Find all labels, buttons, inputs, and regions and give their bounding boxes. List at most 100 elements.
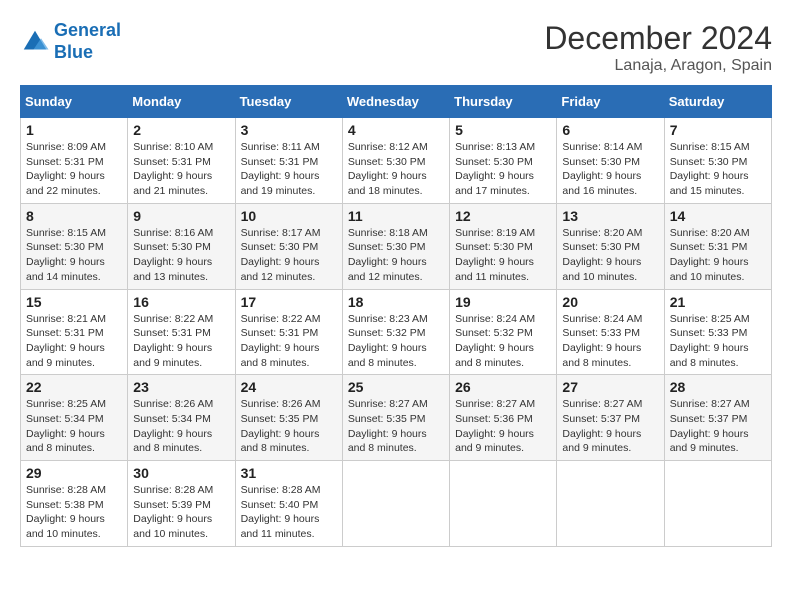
- day-info: Sunrise: 8:24 AMSunset: 5:32 PMDaylight:…: [455, 312, 551, 371]
- calendar-cell: [664, 461, 771, 547]
- logo-line2: Blue: [54, 42, 93, 62]
- calendar-cell: 5 Sunrise: 8:13 AMSunset: 5:30 PMDaylight…: [450, 118, 557, 204]
- calendar-cell: 18Sunrise: 8:23 AMSunset: 5:32 PMDayligh…: [342, 289, 449, 375]
- day-number: 28: [670, 379, 766, 395]
- day-info: Sunrise: 8:09 AMSunset: 5:31 PMDaylight:…: [26, 140, 122, 199]
- calendar-cell: 25Sunrise: 8:27 AMSunset: 5:35 PMDayligh…: [342, 375, 449, 461]
- day-info: Sunrise: 8:23 AMSunset: 5:32 PMDaylight:…: [348, 312, 444, 371]
- weekday-header-cell: Sunday: [21, 86, 128, 118]
- calendar-week-row: 1 Sunrise: 8:09 AMSunset: 5:31 PMDaylight…: [21, 118, 772, 204]
- calendar-cell: [450, 461, 557, 547]
- calendar-week-row: 29Sunrise: 8:28 AMSunset: 5:38 PMDayligh…: [21, 461, 772, 547]
- day-number: 12: [455, 208, 551, 224]
- day-number: 7: [670, 122, 766, 138]
- weekday-header-cell: Friday: [557, 86, 664, 118]
- month-title: December 2024: [544, 20, 772, 57]
- day-info: Sunrise: 8:28 AMSunset: 5:39 PMDaylight:…: [133, 483, 229, 542]
- day-info: Sunrise: 8:28 AMSunset: 5:38 PMDaylight:…: [26, 483, 122, 542]
- day-number: 16: [133, 294, 229, 310]
- calendar-cell: 7 Sunrise: 8:15 AMSunset: 5:30 PMDaylight…: [664, 118, 771, 204]
- day-info: Sunrise: 8:18 AMSunset: 5:30 PMDaylight:…: [348, 226, 444, 285]
- day-info: Sunrise: 8:19 AMSunset: 5:30 PMDaylight:…: [455, 226, 551, 285]
- calendar-week-row: 15 Sunrise: 8:21 AMSunset: 5:31 PMDayligh…: [21, 289, 772, 375]
- calendar-cell: 20 Sunrise: 8:24 AMSunset: 5:33 PMDayligh…: [557, 289, 664, 375]
- day-info: Sunrise: 8:26 AMSunset: 5:34 PMDaylight:…: [133, 397, 229, 456]
- calendar-cell: 8 Sunrise: 8:15 AMSunset: 5:30 PMDaylight…: [21, 203, 128, 289]
- day-number: 10: [241, 208, 337, 224]
- location-title: Lanaja, Aragon, Spain: [544, 57, 772, 75]
- calendar-body: 1 Sunrise: 8:09 AMSunset: 5:31 PMDaylight…: [21, 118, 772, 547]
- day-info: Sunrise: 8:14 AMSunset: 5:30 PMDaylight:…: [562, 140, 658, 199]
- day-info: Sunrise: 8:26 AMSunset: 5:35 PMDaylight:…: [241, 397, 337, 456]
- day-info: Sunrise: 8:27 AMSunset: 5:37 PMDaylight:…: [670, 397, 766, 456]
- title-block: December 2024 Lanaja, Aragon, Spain: [544, 20, 772, 75]
- calendar-cell: 22 Sunrise: 8:25 AMSunset: 5:34 PMDayligh…: [21, 375, 128, 461]
- day-number: 24: [241, 379, 337, 395]
- calendar-cell: 16 Sunrise: 8:22 AMSunset: 5:31 PMDayligh…: [128, 289, 235, 375]
- day-number: 15: [26, 294, 122, 310]
- day-number: 20: [562, 294, 658, 310]
- calendar-week-row: 8 Sunrise: 8:15 AMSunset: 5:30 PMDaylight…: [21, 203, 772, 289]
- calendar-cell: 19Sunrise: 8:24 AMSunset: 5:32 PMDayligh…: [450, 289, 557, 375]
- weekday-header-cell: Wednesday: [342, 86, 449, 118]
- calendar-cell: 4 Sunrise: 8:12 AMSunset: 5:30 PMDaylight…: [342, 118, 449, 204]
- day-number: 23: [133, 379, 229, 395]
- logo-icon: [20, 27, 50, 57]
- day-info: Sunrise: 8:27 AMSunset: 5:35 PMDaylight:…: [348, 397, 444, 456]
- calendar-cell: 28 Sunrise: 8:27 AMSunset: 5:37 PMDayligh…: [664, 375, 771, 461]
- weekday-header-cell: Tuesday: [235, 86, 342, 118]
- day-info: Sunrise: 8:22 AMSunset: 5:31 PMDaylight:…: [133, 312, 229, 371]
- calendar-cell: 21Sunrise: 8:25 AMSunset: 5:33 PMDayligh…: [664, 289, 771, 375]
- calendar-cell: 31Sunrise: 8:28 AMSunset: 5:40 PMDayligh…: [235, 461, 342, 547]
- day-info: Sunrise: 8:16 AMSunset: 5:30 PMDaylight:…: [133, 226, 229, 285]
- calendar-table: SundayMondayTuesdayWednesdayThursdayFrid…: [20, 85, 772, 547]
- day-info: Sunrise: 8:22 AMSunset: 5:31 PMDaylight:…: [241, 312, 337, 371]
- calendar-cell: 1 Sunrise: 8:09 AMSunset: 5:31 PMDaylight…: [21, 118, 128, 204]
- day-number: 5: [455, 122, 551, 138]
- weekday-header-cell: Saturday: [664, 86, 771, 118]
- day-number: 14: [670, 208, 766, 224]
- day-number: 2: [133, 122, 229, 138]
- day-info: Sunrise: 8:12 AMSunset: 5:30 PMDaylight:…: [348, 140, 444, 199]
- day-info: Sunrise: 8:27 AMSunset: 5:36 PMDaylight:…: [455, 397, 551, 456]
- day-number: 6: [562, 122, 658, 138]
- day-number: 8: [26, 208, 122, 224]
- calendar-cell: 2 Sunrise: 8:10 AMSunset: 5:31 PMDaylight…: [128, 118, 235, 204]
- day-number: 11: [348, 208, 444, 224]
- calendar-cell: 9 Sunrise: 8:16 AMSunset: 5:30 PMDaylight…: [128, 203, 235, 289]
- day-info: Sunrise: 8:27 AMSunset: 5:37 PMDaylight:…: [562, 397, 658, 456]
- day-info: Sunrise: 8:20 AMSunset: 5:31 PMDaylight:…: [670, 226, 766, 285]
- calendar-cell: 30Sunrise: 8:28 AMSunset: 5:39 PMDayligh…: [128, 461, 235, 547]
- day-info: Sunrise: 8:13 AMSunset: 5:30 PMDaylight:…: [455, 140, 551, 199]
- day-info: Sunrise: 8:24 AMSunset: 5:33 PMDaylight:…: [562, 312, 658, 371]
- calendar-cell: 15 Sunrise: 8:21 AMSunset: 5:31 PMDayligh…: [21, 289, 128, 375]
- day-info: Sunrise: 8:15 AMSunset: 5:30 PMDaylight:…: [26, 226, 122, 285]
- logo-line1: General: [54, 20, 121, 40]
- day-info: Sunrise: 8:20 AMSunset: 5:30 PMDaylight:…: [562, 226, 658, 285]
- day-info: Sunrise: 8:25 AMSunset: 5:34 PMDaylight:…: [26, 397, 122, 456]
- day-number: 31: [241, 465, 337, 481]
- calendar-cell: 26Sunrise: 8:27 AMSunset: 5:36 PMDayligh…: [450, 375, 557, 461]
- calendar-cell: 23 Sunrise: 8:26 AMSunset: 5:34 PMDayligh…: [128, 375, 235, 461]
- day-info: Sunrise: 8:15 AMSunset: 5:30 PMDaylight:…: [670, 140, 766, 199]
- calendar-cell: 11 Sunrise: 8:18 AMSunset: 5:30 PMDayligh…: [342, 203, 449, 289]
- day-info: Sunrise: 8:10 AMSunset: 5:31 PMDaylight:…: [133, 140, 229, 199]
- weekday-header-row: SundayMondayTuesdayWednesdayThursdayFrid…: [21, 86, 772, 118]
- day-info: Sunrise: 8:21 AMSunset: 5:31 PMDaylight:…: [26, 312, 122, 371]
- day-number: 1: [26, 122, 122, 138]
- calendar-cell: [557, 461, 664, 547]
- day-info: Sunrise: 8:25 AMSunset: 5:33 PMDaylight:…: [670, 312, 766, 371]
- calendar-cell: 17Sunrise: 8:22 AMSunset: 5:31 PMDayligh…: [235, 289, 342, 375]
- day-number: 9: [133, 208, 229, 224]
- day-number: 3: [241, 122, 337, 138]
- day-number: 4: [348, 122, 444, 138]
- weekday-header-cell: Monday: [128, 86, 235, 118]
- calendar-cell: 13Sunrise: 8:20 AMSunset: 5:30 PMDayligh…: [557, 203, 664, 289]
- calendar-cell: 12 Sunrise: 8:19 AMSunset: 5:30 PMDayligh…: [450, 203, 557, 289]
- calendar-cell: 3Sunrise: 8:11 AMSunset: 5:31 PMDaylight…: [235, 118, 342, 204]
- calendar-cell: 24 Sunrise: 8:26 AMSunset: 5:35 PMDayligh…: [235, 375, 342, 461]
- logo: General Blue: [20, 20, 121, 63]
- calendar-cell: 27Sunrise: 8:27 AMSunset: 5:37 PMDayligh…: [557, 375, 664, 461]
- calendar-cell: 10Sunrise: 8:17 AMSunset: 5:30 PMDayligh…: [235, 203, 342, 289]
- day-number: 22: [26, 379, 122, 395]
